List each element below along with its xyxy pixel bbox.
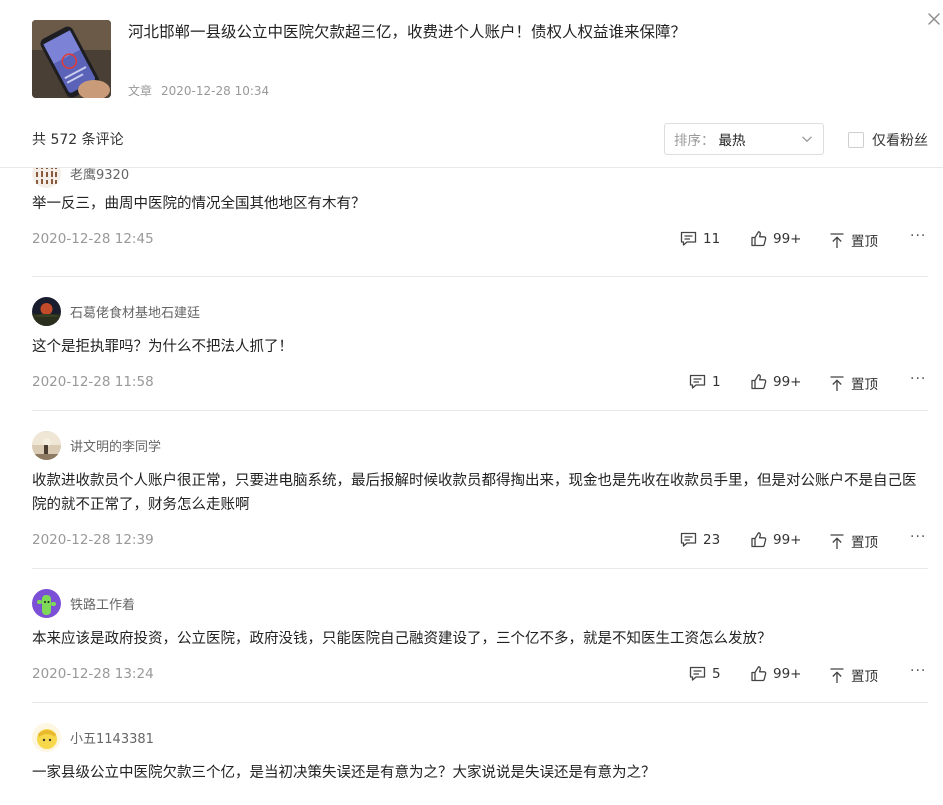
close-icon — [928, 13, 940, 25]
comment-date: 2020-12-28 12:45 — [32, 231, 154, 247]
comment-item: 小五1143381 一家县级公立中医院欠款三个亿，是当初决策失误还是有意为之？大… — [32, 703, 928, 805]
reply-count: 23 — [703, 531, 721, 548]
comment-count: 共 572 条评论 — [32, 132, 124, 148]
pin-label: 置顶 — [851, 234, 878, 250]
comment-list: 老鹰9320 举一反三，曲周中医院的情况全国其他地区有木有？ 2020-12-2… — [0, 168, 943, 805]
reply-count: 5 — [712, 665, 721, 682]
avatar[interactable] — [32, 589, 61, 618]
username[interactable]: 老鹰9320 — [70, 168, 129, 183]
avatar[interactable] — [32, 723, 61, 752]
more-dots-icon: ··· — [910, 663, 927, 679]
username[interactable]: 石葛佬食材基地石建廷 — [70, 302, 200, 321]
comment-author[interactable]: 讲文明的李同学 — [32, 431, 161, 460]
comment-date: 2020-12-28 11:58 — [32, 374, 154, 390]
comment-date: 2020-12-28 12:39 — [32, 532, 154, 548]
fans-only-checkbox[interactable] — [848, 132, 864, 148]
article-header: 河北邯郸一县级公立中医院欠款超三亿，收费进个人账户！债权人权益谁来保障？ 文章 2… — [0, 0, 943, 168]
like-count: 99+ — [773, 230, 802, 247]
chevron-down-icon — [802, 136, 812, 143]
like-button[interactable]: 99+ — [750, 531, 802, 548]
avatar[interactable] — [32, 168, 61, 188]
username[interactable]: 小五1143381 — [70, 728, 154, 747]
comment-author[interactable]: 铁路工作着 — [32, 589, 135, 618]
more-dots-icon: ··· — [910, 228, 927, 244]
pin-top-icon — [830, 533, 844, 549]
article-type: 文章 — [128, 84, 153, 98]
comment-author[interactable]: 石葛佬食材基地石建廷 — [32, 297, 200, 326]
sort-value: 最热 — [718, 133, 746, 149]
pin-top-icon — [830, 667, 844, 683]
comment-item: 老鹰9320 举一反三，曲周中医院的情况全国其他地区有木有？ 2020-12-2… — [32, 168, 928, 277]
reply-count: 11 — [703, 230, 721, 247]
comment-bubble-icon — [689, 666, 706, 681]
like-button[interactable]: 99+ — [750, 665, 802, 682]
pin-button[interactable]: 置顶 — [829, 373, 878, 393]
more-button[interactable]: ··· — [910, 529, 926, 545]
article-datetime: 2020-12-28 10:34 — [161, 84, 270, 98]
sort-label: 排序： — [674, 133, 715, 149]
comment-item: 铁路工作着 本来应该是政府投资，公立医院，政府没钱，只能医院自己融资建设了，三个… — [32, 569, 928, 703]
thumbs-up-icon — [751, 532, 767, 548]
like-count: 99+ — [773, 665, 802, 682]
more-button[interactable]: ··· — [910, 663, 926, 679]
pin-label: 置顶 — [851, 669, 878, 685]
more-button[interactable]: ··· — [910, 228, 926, 244]
more-button[interactable]: ··· — [910, 371, 926, 387]
reply-button[interactable]: 5 — [689, 665, 721, 682]
comment-author[interactable]: 小五1143381 — [32, 723, 154, 752]
comment-text: 一家县级公立中医院欠款三个亿，是当初决策失误还是有意为之？大家说说是失误还是有意… — [32, 765, 656, 781]
reply-button[interactable]: 23 — [680, 531, 720, 548]
comment-text: 这个是拒执罪吗？为什么不把法人抓了！ — [32, 339, 293, 355]
comment-bubble-icon — [680, 532, 697, 547]
sort-dropdown[interactable]: 排序： 最热 — [664, 123, 824, 155]
thumbs-up-icon — [751, 666, 767, 682]
article-title[interactable]: 河北邯郸一县级公立中医院欠款超三亿，收费进个人账户！债权人权益谁来保障？ — [128, 19, 686, 45]
close-button[interactable] — [926, 11, 942, 27]
like-count: 99+ — [773, 373, 802, 390]
pin-button[interactable]: 置顶 — [829, 230, 878, 250]
comment-text: 本来应该是政府投资，公立医院，政府没钱，只能医院自己融资建设了，三个亿不多，就是… — [32, 631, 772, 647]
thumbs-up-icon — [751, 231, 767, 247]
comment-date: 2020-12-28 13:24 — [32, 666, 154, 682]
comment-bubble-icon — [689, 374, 706, 389]
thumbs-up-icon — [751, 374, 767, 390]
pin-top-icon — [830, 232, 844, 248]
pin-button[interactable]: 置顶 — [829, 531, 878, 551]
pin-label: 置顶 — [851, 377, 878, 393]
like-count: 99+ — [773, 531, 802, 548]
comment-item: 石葛佬食材基地石建廷 这个是拒执罪吗？为什么不把法人抓了！ 1 2020-12-… — [32, 277, 928, 411]
username[interactable]: 讲文明的李同学 — [70, 436, 161, 455]
article-thumbnail[interactable] — [32, 20, 111, 98]
fans-only-toggle[interactable]: 仅看粉丝 — [848, 130, 928, 150]
comment-text: 收款进收款员个人账户很正常，只要进电脑系统，最后报解时候收款员都得掏出来，现金也… — [32, 473, 917, 513]
reply-button[interactable]: 1 — [689, 373, 721, 390]
like-button[interactable]: 99+ — [750, 230, 802, 247]
username[interactable]: 铁路工作着 — [70, 594, 135, 613]
more-dots-icon: ··· — [910, 529, 927, 545]
more-dots-icon: ··· — [910, 371, 927, 387]
pin-button[interactable]: 置顶 — [829, 665, 878, 685]
comment-bubble-icon — [680, 231, 697, 246]
comment-text: 举一反三，曲周中医院的情况全国其他地区有木有？ — [32, 196, 366, 212]
reply-button[interactable]: 11 — [680, 230, 720, 247]
comment-item: 讲文明的李同学 收款进收款员个人账户很正常，只要进电脑系统，最后报解时候收款员都… — [32, 411, 928, 569]
reply-count: 1 — [712, 373, 721, 390]
like-button[interactable]: 99+ — [750, 373, 802, 390]
avatar[interactable] — [32, 297, 61, 326]
fans-only-label: 仅看粉丝 — [872, 133, 928, 149]
avatar[interactable] — [32, 431, 61, 460]
comment-author[interactable]: 老鹰9320 — [32, 168, 129, 188]
pin-label: 置顶 — [851, 535, 878, 551]
article-meta: 文章 2020-12-28 10:34 — [128, 82, 269, 99]
pin-top-icon — [830, 375, 844, 391]
